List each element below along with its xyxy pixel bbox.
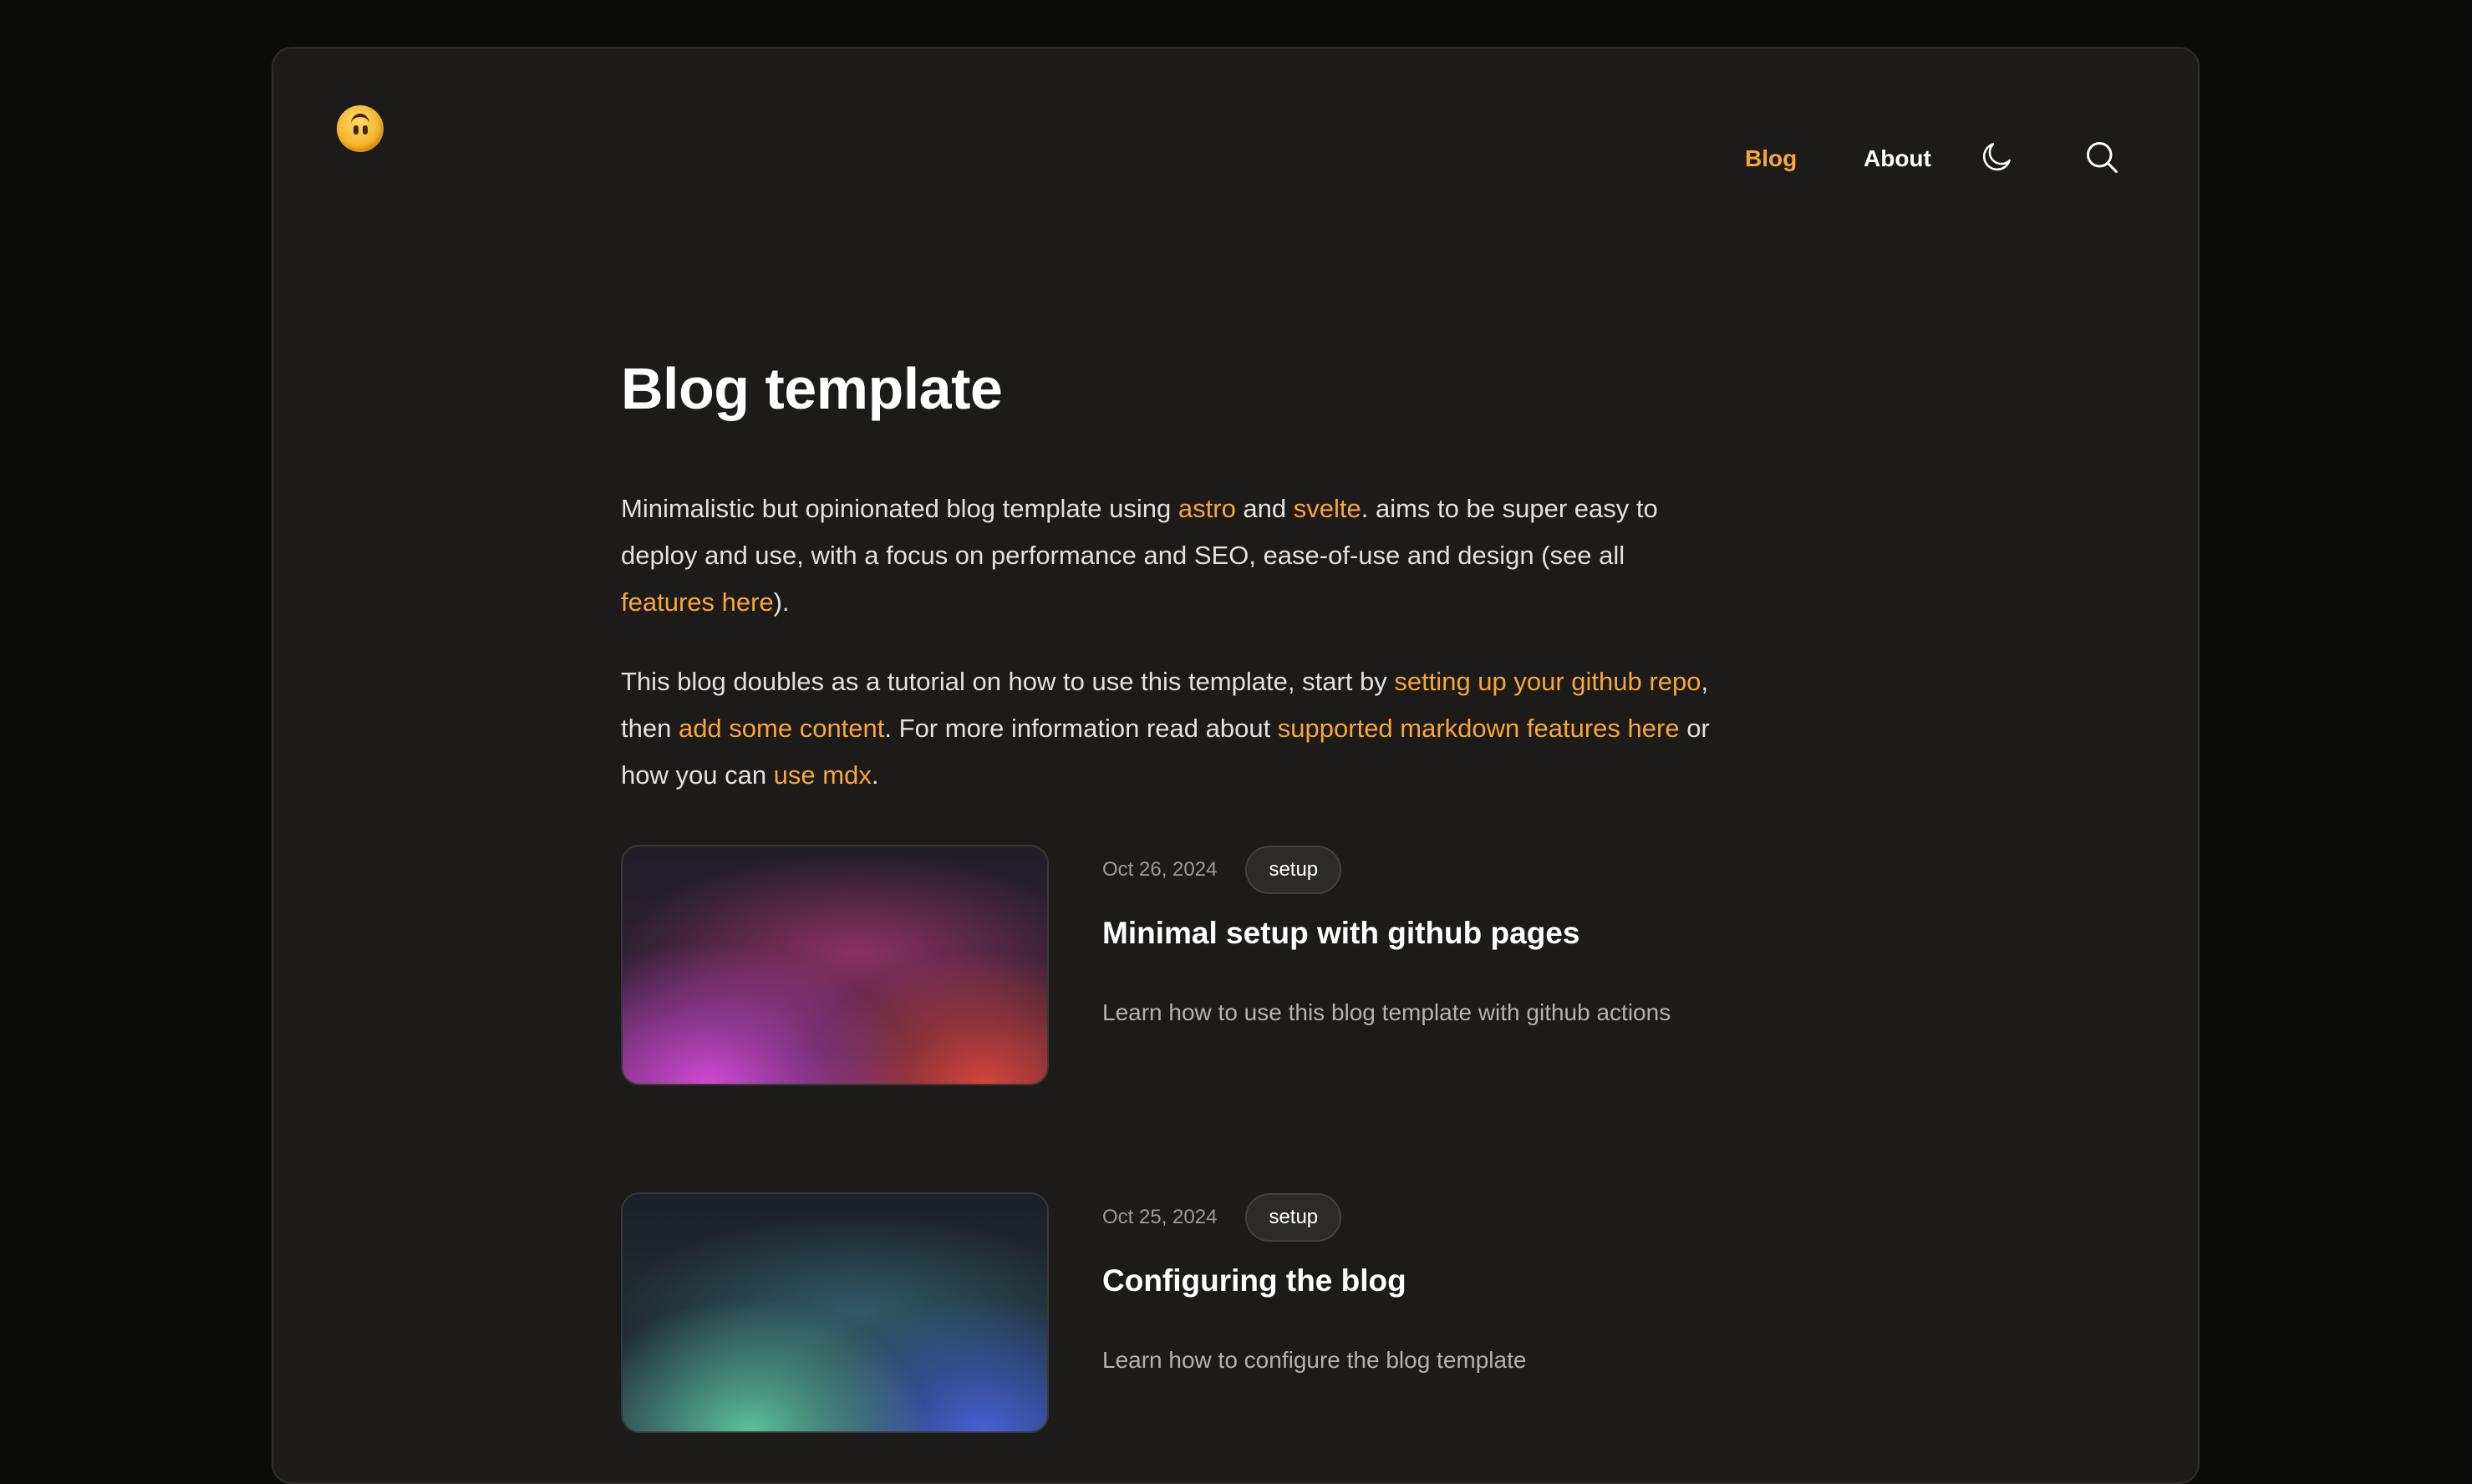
- link-markdown-features[interactable]: supported markdown features here: [1278, 714, 1680, 743]
- site-logo-emoji-icon[interactable]: [337, 105, 384, 152]
- intro-text: ).: [773, 587, 790, 617]
- tutorial-text: . For more information read about: [884, 714, 1278, 743]
- post-card[interactable]: Oct 25, 2024 setup Configuring the blog …: [621, 1192, 1724, 1435]
- link-astro[interactable]: astro: [1178, 494, 1236, 523]
- link-features-here[interactable]: features here: [621, 587, 774, 617]
- link-add-content[interactable]: add some content: [679, 714, 884, 743]
- intro-paragraph: Minimalistic but opinionated blog templa…: [621, 485, 1724, 626]
- post-description: Learn how to use this blog template with…: [1102, 999, 1671, 1025]
- tutorial-text: .: [871, 760, 879, 790]
- link-setup-github-repo[interactable]: setting up your github repo: [1394, 667, 1701, 696]
- post-title[interactable]: Configuring the blog: [1102, 1263, 1406, 1299]
- site-frame: Blog About Blog template Minimalistic bu…: [272, 47, 2200, 1484]
- tutorial-paragraph: This blog doubles as a tutorial on how t…: [621, 658, 1724, 799]
- post-meta: Oct 26, 2024 setup: [1102, 845, 1342, 895]
- post-thumbnail[interactable]: [621, 1192, 1049, 1433]
- post-meta: Oct 25, 2024 setup: [1102, 1192, 1342, 1243]
- tutorial-text: This blog doubles as a tutorial on how t…: [621, 667, 1395, 696]
- post-thumbnail[interactable]: [621, 845, 1049, 1085]
- post-card[interactable]: Oct 26, 2024 setup Minimal setup with gi…: [621, 845, 1724, 1087]
- post-title[interactable]: Minimal setup with github pages: [1102, 915, 1579, 952]
- nav-link-blog[interactable]: Blog: [1745, 147, 1797, 170]
- nav-link-about[interactable]: About: [1864, 147, 1931, 170]
- page-title: Blog template: [621, 356, 1003, 421]
- link-use-mdx[interactable]: use mdx: [774, 760, 872, 790]
- moon-icon: [1982, 143, 2011, 171]
- search-icon: [2087, 142, 2118, 173]
- intro-text: and: [1235, 494, 1294, 523]
- post-description: Learn how to configure the blog template: [1102, 1347, 1527, 1373]
- logo-eye-left: [354, 125, 359, 135]
- logo-eye-right: [363, 125, 368, 135]
- post-date: Oct 25, 2024: [1102, 1206, 1218, 1228]
- theme-toggle-button[interactable]: [1976, 136, 2017, 178]
- post-tag[interactable]: setup: [1245, 1193, 1342, 1242]
- logo-mouth: [351, 114, 369, 124]
- post-tag[interactable]: setup: [1245, 846, 1342, 894]
- link-svelte[interactable]: svelte: [1294, 494, 1361, 523]
- search-button[interactable]: [2081, 136, 2123, 178]
- intro-text: Minimalistic but opinionated blog templa…: [621, 494, 1178, 523]
- post-date: Oct 26, 2024: [1102, 858, 1218, 881]
